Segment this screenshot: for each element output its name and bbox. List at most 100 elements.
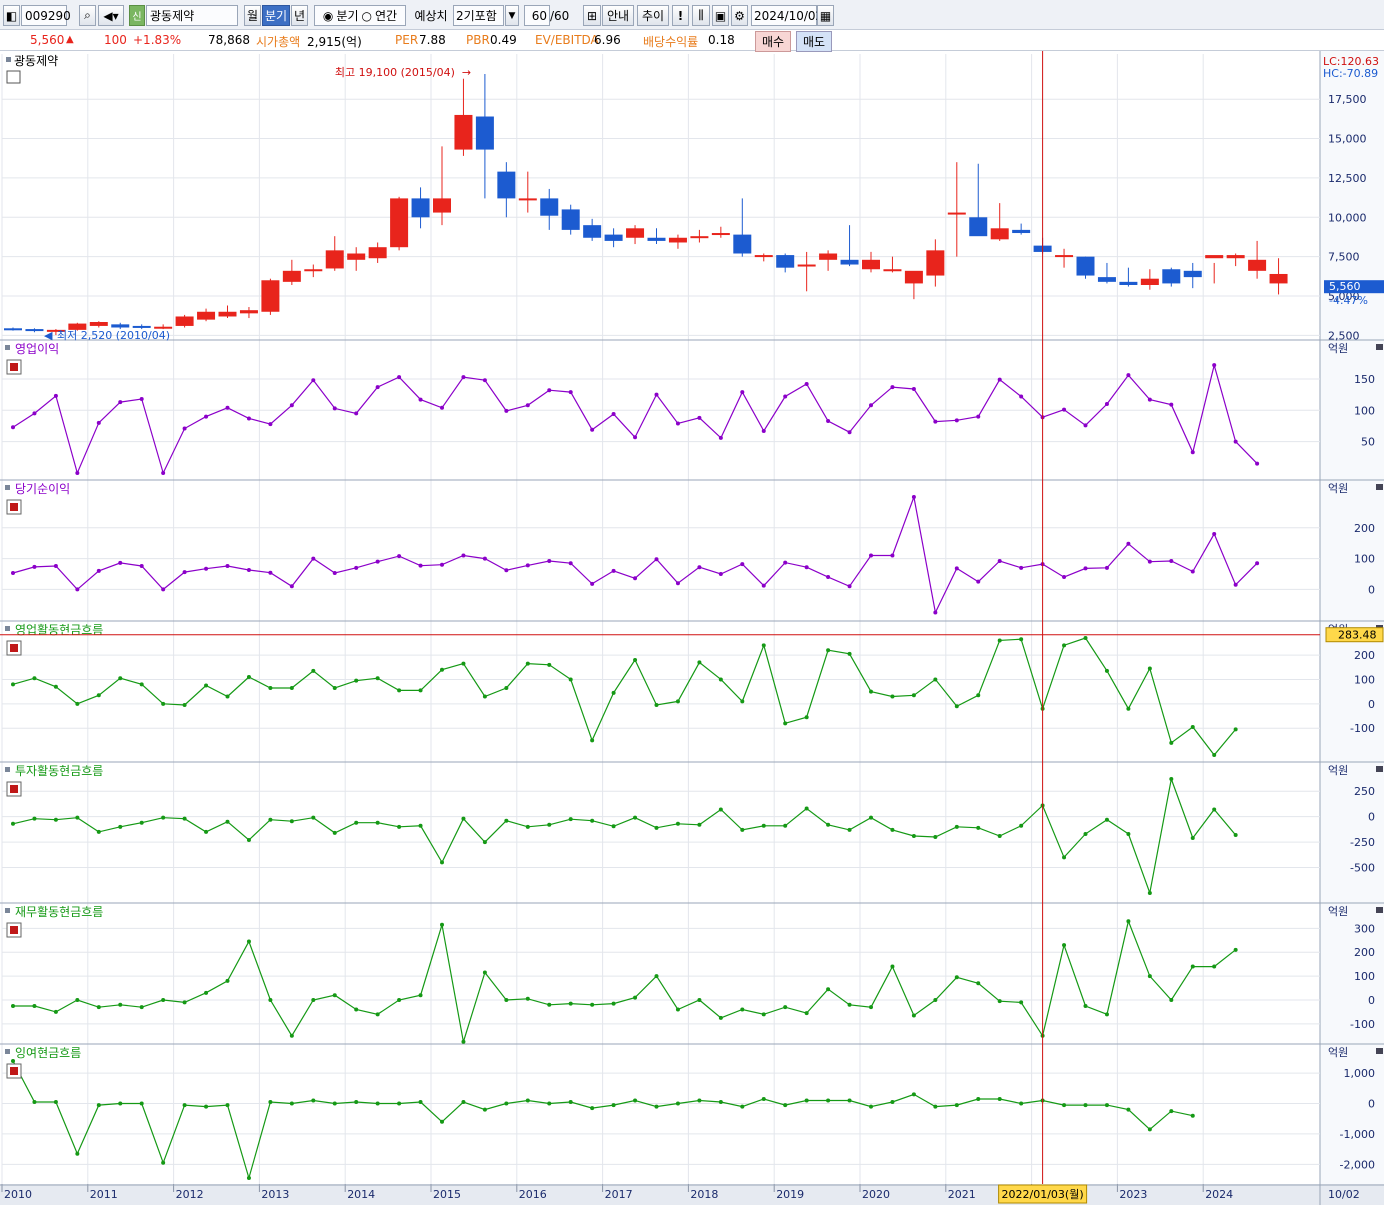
radio-annual-icon[interactable]: ○ xyxy=(362,9,372,23)
indicator-point xyxy=(354,678,359,683)
panel-toggle-icon[interactable]: ◧ xyxy=(3,5,20,26)
stock-name-field[interactable]: 광동제약 xyxy=(146,5,238,26)
indicator-point xyxy=(847,430,852,435)
date-input[interactable]: 2024/10/02 xyxy=(751,5,823,26)
indicator-point xyxy=(718,677,723,682)
indicator-point xyxy=(268,685,273,690)
candle-body xyxy=(990,228,1009,240)
candle-body xyxy=(561,209,580,230)
year-tick-label: 2020 xyxy=(862,1188,890,1201)
radio-annual-label[interactable]: 연간 xyxy=(375,7,397,24)
hc-label: HC:-70.89 xyxy=(1323,67,1378,80)
indicator-point xyxy=(933,1104,938,1109)
panel-marker-icon xyxy=(6,57,11,62)
indicator-point xyxy=(440,1119,444,1124)
indicator-point xyxy=(1233,947,1238,952)
collapse-icon xyxy=(1376,907,1383,913)
indicator-point xyxy=(268,570,273,575)
indicator-point xyxy=(675,1007,680,1012)
quote-bar: 5,560 ▲ 100 +1.83% 78,868 시가총액 2,915(억) … xyxy=(0,30,1384,52)
indicator-point xyxy=(139,682,144,687)
panel-marker-icon xyxy=(5,767,10,772)
search-icon[interactable]: ⌕ xyxy=(79,5,96,26)
candle-body xyxy=(218,311,237,317)
indicator-point xyxy=(869,689,873,694)
indicator-point xyxy=(954,824,959,829)
indicator-point xyxy=(847,584,852,589)
indicator-point xyxy=(354,820,359,825)
indicator-point xyxy=(332,993,337,998)
indicator-point xyxy=(976,981,981,986)
indicator-point xyxy=(332,571,337,576)
indicator-point xyxy=(1169,559,1174,564)
indicator-point xyxy=(761,643,766,648)
indicator-point xyxy=(1126,373,1131,378)
year-tick-label: 2023 xyxy=(1119,1188,1147,1201)
indicator-point xyxy=(890,827,895,832)
indicator-tick-label: -2,000 xyxy=(1340,1158,1375,1171)
indicator-point xyxy=(826,822,831,827)
indicator-point xyxy=(32,816,37,821)
forecast-dropdown-icon[interactable]: ▼ xyxy=(505,5,519,26)
indicator-point xyxy=(204,414,209,419)
indicator-point xyxy=(804,715,809,720)
indicator-point xyxy=(375,1101,380,1106)
indicator-point xyxy=(246,1176,251,1180)
price-tick-label: 10,000 xyxy=(1328,211,1367,224)
candle-body xyxy=(883,269,902,272)
buy-button[interactable]: 매수 xyxy=(755,31,792,52)
period-count-input[interactable]: 60 xyxy=(524,5,550,26)
radio-quarter-icon[interactable]: ◉ xyxy=(323,9,333,23)
forecast-select[interactable]: 2기포함 xyxy=(453,5,504,26)
stock-code-input[interactable]: 009290 xyxy=(21,5,71,26)
indicator-point xyxy=(568,1100,573,1105)
indicator-point xyxy=(1255,561,1260,566)
indicator-point xyxy=(547,662,552,667)
indicator-point xyxy=(933,419,938,424)
indicator-line xyxy=(12,494,1258,615)
cursor-value-label: 283.48 xyxy=(1338,629,1377,642)
calendar-icon[interactable]: ▦ xyxy=(817,5,834,26)
indicator-point xyxy=(547,1101,552,1106)
save-icon[interactable]: ▣ xyxy=(712,5,729,26)
tab-quarterly[interactable]: 분기 xyxy=(262,5,290,26)
candle-body xyxy=(840,259,859,265)
indicator-point xyxy=(375,820,380,825)
sell-button[interactable]: 매도 xyxy=(796,31,833,52)
indicator-point xyxy=(568,561,573,566)
indicator-point xyxy=(53,684,58,689)
indicator-point xyxy=(289,403,294,408)
indicator-point xyxy=(11,425,15,430)
indicator-point xyxy=(1083,566,1088,571)
indicator-tick-label: -1,000 xyxy=(1340,1128,1375,1141)
settings-icon[interactable]: ⚙ xyxy=(731,5,748,26)
indicator-point xyxy=(890,694,895,699)
indicator-point xyxy=(118,1002,123,1007)
speaker-icon[interactable]: ◀▾ xyxy=(98,5,124,26)
tab-monthly[interactable]: 월 xyxy=(244,5,261,26)
tab-yearly[interactable]: 년 xyxy=(291,5,308,26)
unit-label: 억원 xyxy=(1328,764,1348,777)
indicator-point xyxy=(783,1103,788,1108)
candle-icon[interactable]: ⫼ xyxy=(692,5,710,26)
guide-button[interactable]: 안내 xyxy=(602,5,634,26)
alert-button[interactable]: ! xyxy=(672,5,689,26)
indicator-point xyxy=(268,997,273,1002)
candle-body xyxy=(497,171,516,199)
high-arrow-icon: → xyxy=(462,66,471,79)
chart-area[interactable]: 2010 2011 2012 2013 2014 2015 2016 2017 2018 2019… xyxy=(0,51,1384,1205)
indicator-point xyxy=(375,676,380,681)
zoom-icon[interactable]: ⊞ xyxy=(583,5,601,26)
low-arrow-icon: ◀ xyxy=(44,329,53,342)
year-tick-label: 2012 xyxy=(176,1188,204,1201)
indicator-point xyxy=(461,1039,466,1044)
indicator-point xyxy=(911,693,916,698)
indicator-point xyxy=(504,685,509,690)
collapse-icon xyxy=(1376,766,1383,772)
indicator-point xyxy=(654,557,659,562)
add-button[interactable]: 추이 xyxy=(637,5,669,26)
indicator-point xyxy=(525,661,530,666)
indicator-point xyxy=(1062,575,1067,580)
ev-ebitda-value: 6.96 xyxy=(594,33,621,47)
radio-quarter-label[interactable]: 분기 xyxy=(336,7,358,24)
